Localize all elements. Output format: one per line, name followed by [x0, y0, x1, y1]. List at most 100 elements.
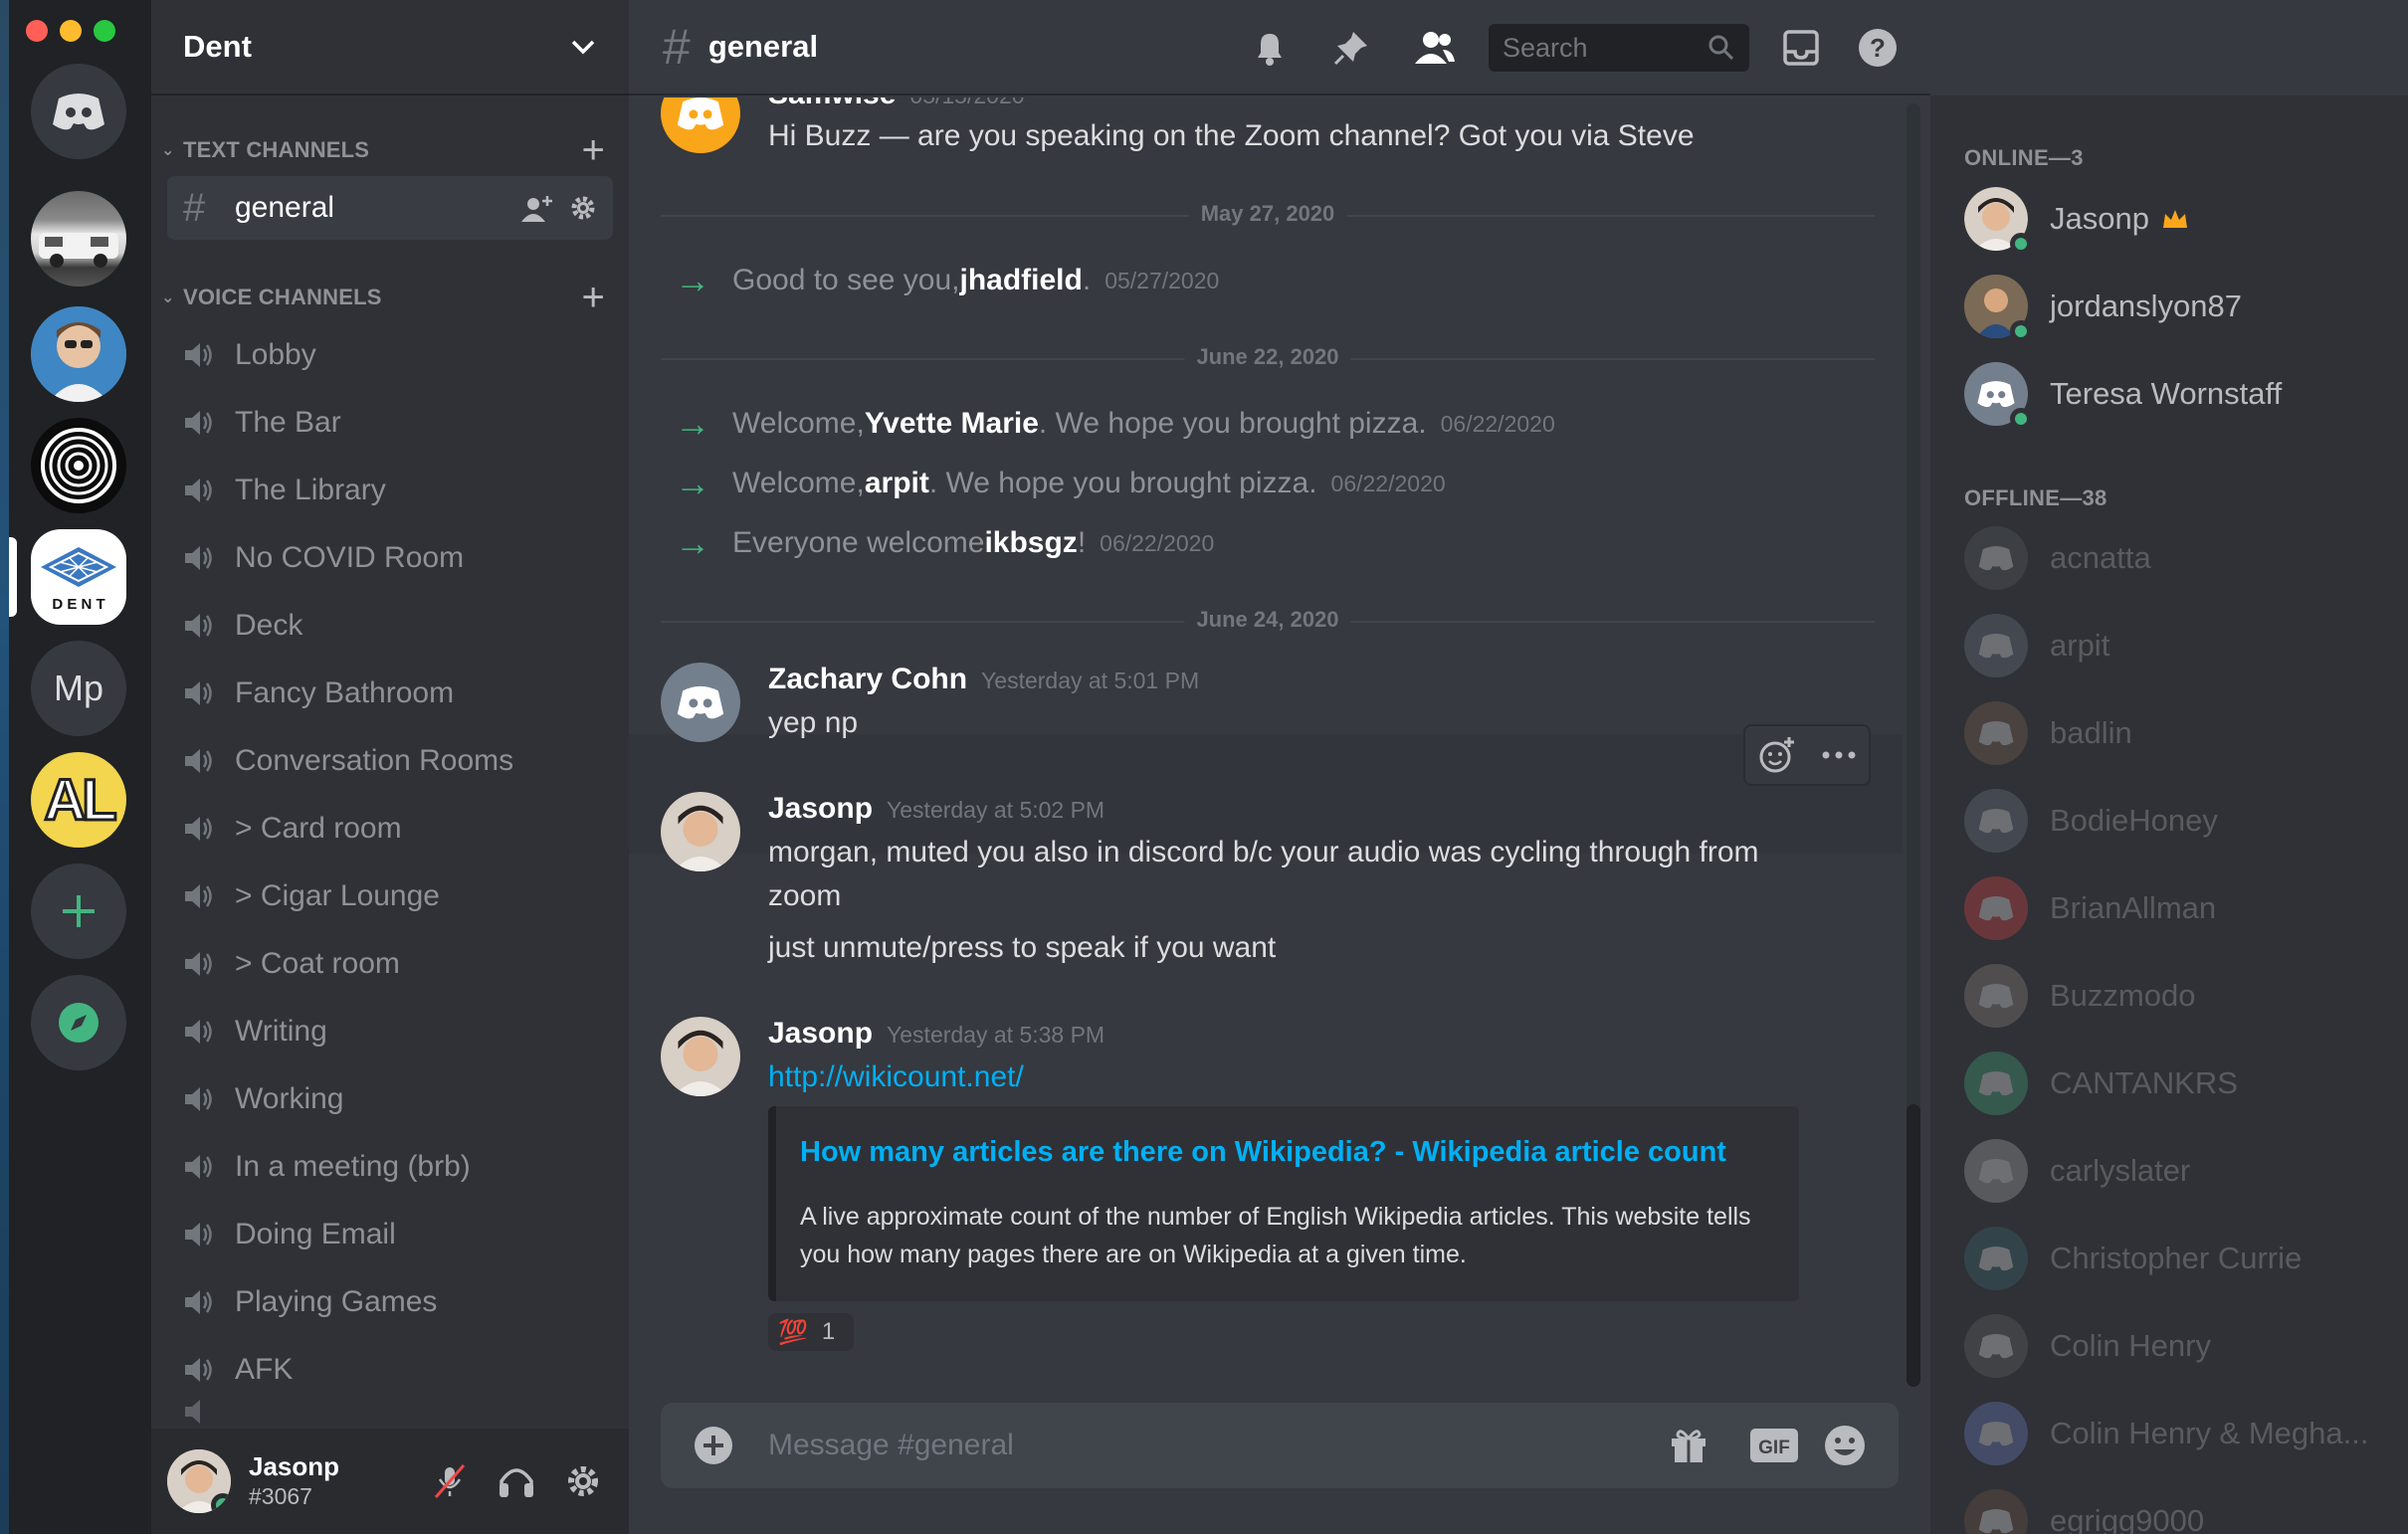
- create-text-channel-plus-icon[interactable]: +: [581, 130, 605, 170]
- emoji-picker-icon[interactable]: [1823, 1424, 1867, 1467]
- gift-icon[interactable]: [1668, 1425, 1709, 1466]
- member-item[interactable]: Teresa Wornstaff: [1964, 361, 2392, 430]
- bell-icon[interactable]: [1250, 28, 1290, 68]
- dent-logo-icon: D E N T: [41, 547, 116, 613]
- gif-icon[interactable]: GIF: [1749, 1428, 1799, 1463]
- headphones-icon[interactable]: [498, 1463, 535, 1499]
- member-item[interactable]: egrigg9000: [1964, 1488, 2392, 1534]
- inbox-icon[interactable]: [1781, 28, 1821, 68]
- add-reaction-icon[interactable]: [1757, 735, 1797, 775]
- avatar[interactable]: [661, 663, 740, 742]
- member-name: Colin Henry & Megha...: [2050, 1416, 2369, 1450]
- embed-title[interactable]: How many articles are there on Wikipedia…: [800, 1136, 1726, 1169]
- voice-channel[interactable]: Fancy Bathroom: [167, 662, 613, 725]
- guild-header[interactable]: Dent: [151, 0, 629, 96]
- gear-icon[interactable]: [569, 194, 597, 222]
- avatar: [1964, 1402, 2028, 1465]
- mute-microphone-icon[interactable]: [432, 1463, 468, 1499]
- author-name[interactable]: Samwise: [768, 97, 896, 110]
- member-item[interactable]: BrianAllman: [1964, 875, 2392, 941]
- system-message: → Good to see you, jhadfield. 05/27/2020: [661, 259, 1219, 302]
- system-username[interactable]: jhadfield: [960, 264, 1083, 297]
- help-icon[interactable]: ?: [1857, 27, 1899, 69]
- voice-channel[interactable]: Deck: [167, 594, 613, 658]
- author-name[interactable]: Zachary Cohn: [768, 663, 967, 695]
- pin-icon[interactable]: [1331, 28, 1371, 68]
- voice-channel[interactable]: > Cigar Lounge: [167, 864, 613, 928]
- voice-channel[interactable]: Writing: [167, 1000, 613, 1063]
- scrollbar-thumb[interactable]: [1906, 1104, 1920, 1387]
- voice-channel[interactable]: Doing Email: [167, 1203, 613, 1266]
- more-options-icon[interactable]: [1821, 750, 1857, 760]
- message-author[interactable]: Zachary Cohn Yesterday at 5:01 PM: [768, 663, 1199, 696]
- zoom-window-button[interactable]: [94, 20, 115, 42]
- create-voice-channel-plus-icon[interactable]: +: [581, 278, 605, 317]
- system-username[interactable]: Yvette Marie: [865, 407, 1039, 441]
- channel-partial[interactable]: [167, 1397, 613, 1427]
- author-name[interactable]: Jasonp: [768, 792, 873, 825]
- avatar: [1964, 1489, 2028, 1534]
- voice-channel[interactable]: No COVID Room: [167, 526, 613, 590]
- add-server-button[interactable]: [31, 863, 126, 959]
- voice-channel[interactable]: The Library: [167, 459, 613, 522]
- user-settings-gear-icon[interactable]: [565, 1463, 601, 1499]
- message-author[interactable]: Jasonp Yesterday at 5:38 PM: [768, 1017, 1104, 1051]
- message-link[interactable]: http://wikicount.net/: [768, 1060, 1024, 1094]
- member-item[interactable]: arpit: [1964, 613, 2392, 678]
- avatar[interactable]: [661, 792, 740, 871]
- server-van[interactable]: [31, 191, 126, 287]
- message-input[interactable]: Message #general: [768, 1429, 1014, 1462]
- voice-channel[interactable]: The Bar: [167, 391, 613, 455]
- category-voice-channels[interactable]: ⌄ VOICE CHANNELS +: [161, 278, 609, 317]
- voice-channel[interactable]: Playing Games: [167, 1270, 613, 1334]
- avatar[interactable]: [661, 1017, 740, 1096]
- reaction-button[interactable]: 💯 1: [768, 1313, 854, 1351]
- category-text-channels[interactable]: ⌄ TEXT CHANNELS +: [161, 130, 609, 170]
- server-person[interactable]: [31, 306, 126, 402]
- author-name[interactable]: Jasonp: [768, 1017, 873, 1050]
- voice-channel[interactable]: In a meeting (brb): [167, 1135, 613, 1199]
- member-item[interactable]: Colin Henry & Megha...: [1964, 1401, 2392, 1466]
- speaker-icon: [183, 1220, 235, 1249]
- server-dent[interactable]: D E N T: [31, 529, 126, 625]
- member-list-icon[interactable]: [1413, 28, 1457, 68]
- avatar[interactable]: [661, 97, 740, 153]
- member-item[interactable]: Colin Henry: [1964, 1313, 2392, 1379]
- voice-channel[interactable]: Lobby: [167, 323, 613, 387]
- member-item[interactable]: jordanslyon87: [1964, 274, 2392, 342]
- voice-channel[interactable]: Working: [167, 1067, 613, 1131]
- channel-general[interactable]: # general: [167, 176, 613, 240]
- system-username[interactable]: ikbsgz: [984, 526, 1077, 560]
- close-window-button[interactable]: [26, 20, 48, 42]
- message-timestamp: 05/27/2020: [1104, 267, 1220, 293]
- avatar[interactable]: [167, 1449, 231, 1513]
- speaker-icon: [183, 1397, 235, 1427]
- member-item[interactable]: Jasonp: [1964, 186, 2392, 255]
- message-author[interactable]: Jasonp Yesterday at 5:02 PM: [768, 792, 1104, 826]
- minimize-window-button[interactable]: [60, 20, 82, 42]
- invite-people-icon[interactable]: [521, 194, 553, 222]
- explore-servers-button[interactable]: [31, 975, 126, 1070]
- server-al[interactable]: AL: [31, 752, 126, 848]
- attach-plus-icon[interactable]: [693, 1425, 734, 1466]
- member-item[interactable]: carlyslater: [1964, 1138, 2392, 1204]
- member-item[interactable]: Christopher Currie: [1964, 1226, 2392, 1291]
- member-item[interactable]: badlin: [1964, 700, 2392, 766]
- member-item[interactable]: CANTANKRS: [1964, 1051, 2392, 1116]
- home-button[interactable]: [31, 64, 126, 159]
- search-input[interactable]: Search: [1489, 24, 1749, 72]
- voice-channel[interactable]: > Card room: [167, 797, 613, 861]
- server-mp[interactable]: Mp: [31, 641, 126, 736]
- message-author[interactable]: Samwise 05/15/2020: [768, 97, 1025, 111]
- member-item[interactable]: BodieHoney: [1964, 788, 2392, 854]
- system-username[interactable]: arpit: [865, 467, 929, 500]
- voice-channel[interactable]: AFK: [167, 1338, 613, 1402]
- voice-channel[interactable]: > Coat room: [167, 932, 613, 996]
- voice-channel[interactable]: Conversation Rooms: [167, 729, 613, 793]
- member-item[interactable]: Buzzmodo: [1964, 963, 2392, 1029]
- channel-label: Playing Games: [235, 1285, 438, 1318]
- server-spiral[interactable]: [31, 418, 126, 513]
- avatar: [1964, 614, 2028, 677]
- member-item[interactable]: acnatta: [1964, 525, 2392, 591]
- chat-scrollbar[interactable]: [1906, 103, 1920, 1387]
